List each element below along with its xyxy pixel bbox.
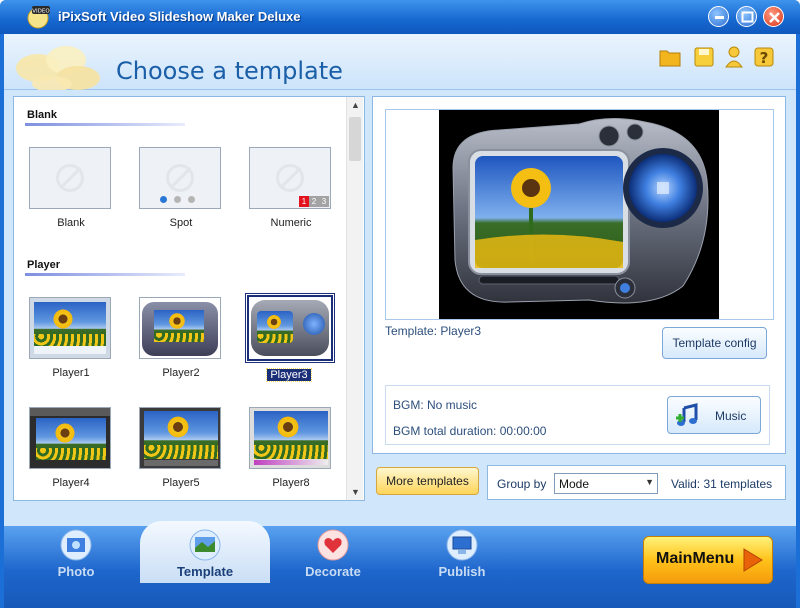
svg-text:?: ? [760, 49, 769, 67]
tab-decorate[interactable]: Decorate [288, 528, 378, 579]
app-logo-icon: VIDEO [27, 6, 50, 29]
music-button[interactable]: Music [667, 396, 761, 434]
player-skin-preview [452, 117, 709, 304]
save-icon[interactable] [692, 45, 716, 69]
selected-template-label: Template: Player3 [385, 324, 482, 338]
heart-icon [317, 529, 349, 561]
clover-logo-icon [16, 46, 100, 90]
folder-icon[interactable] [658, 45, 682, 69]
template-thumbnail [139, 147, 221, 209]
scroll-thumb[interactable] [349, 117, 361, 161]
scroll-down-icon[interactable]: ▼ [351, 487, 360, 497]
minimize-icon [715, 16, 724, 19]
template-thumbnail [139, 297, 221, 359]
section-title-player: Player [27, 259, 61, 271]
publish-icon [446, 529, 478, 561]
minimize-button[interactable] [708, 6, 729, 27]
template-label: Player2 [162, 367, 200, 379]
maximize-icon [741, 11, 754, 23]
numeric-mark: 3 [319, 196, 329, 207]
maximize-button[interactable] [736, 6, 757, 27]
photo-icon [60, 529, 92, 561]
spot-dots [160, 196, 195, 203]
help-person-icon[interactable] [722, 45, 746, 69]
template-item-player8[interactable]: Player8 [249, 407, 333, 489]
music-note-icon [676, 403, 698, 426]
section-divider [25, 123, 185, 126]
scroll-up-icon[interactable]: ▲ [351, 100, 360, 110]
template-label: Player5 [162, 477, 200, 489]
tab-publish[interactable]: Publish [417, 528, 507, 579]
window-title: iPixSoft Video Slideshow Maker Deluxe [58, 9, 301, 24]
no-image-icon [166, 164, 194, 192]
section-title-blank: Blank [27, 109, 57, 121]
template-thumbnail [139, 407, 221, 469]
tab-photo[interactable]: Photo [31, 528, 121, 579]
template-preview [439, 110, 719, 319]
template-item-numeric[interactable]: 1 2 3 Numeric [249, 147, 333, 229]
play-arrow-icon [743, 548, 763, 572]
group-by-select[interactable]: Mode ▼ [554, 473, 658, 494]
template-label: Player1 [52, 367, 90, 379]
bgm-duration-text: BGM total duration: 00:00:00 [393, 424, 547, 438]
template-label: Blank [57, 217, 85, 229]
main-menu-label: MainMenu [656, 550, 735, 567]
close-button[interactable] [763, 6, 784, 27]
template-config-button[interactable]: Template config [662, 327, 767, 359]
template-label: Numeric [270, 217, 312, 229]
no-image-icon [56, 164, 84, 192]
template-label: Spot [169, 217, 193, 229]
question-icon[interactable]: ? [752, 45, 776, 69]
template-thumbnail [29, 407, 111, 469]
numeric-marks: 1 2 3 [299, 196, 329, 207]
music-button-label: Music [715, 409, 747, 423]
template-item-player4[interactable]: Player4 [29, 407, 113, 489]
section-divider [25, 273, 185, 276]
template-item-player2[interactable]: Player2 [139, 297, 223, 379]
tab-label: Template [176, 564, 234, 579]
template-thumbnail [29, 147, 111, 209]
tab-label: Photo [57, 564, 95, 579]
template-label: Player8 [272, 477, 310, 489]
app-badge-text: VIDEO [32, 9, 50, 15]
tab-label: Publish [438, 564, 486, 579]
template-label: Player4 [52, 477, 90, 489]
title-bar[interactable]: VIDEO iPixSoft Video Slideshow Maker Del… [0, 0, 800, 34]
page-title: Choose a template [116, 57, 343, 85]
valid-templates-count: Valid: 31 templates [671, 477, 773, 491]
template-item-player3[interactable]: Player3 [245, 293, 335, 382]
template-item-player5[interactable]: Player5 [139, 407, 223, 489]
chevron-down-icon: ▼ [645, 477, 654, 487]
template-thumbnail [29, 297, 111, 359]
template-label-selected: Player3 [266, 368, 312, 382]
template-thumbnail: 1 2 3 [249, 147, 331, 209]
tab-label: Decorate [305, 564, 361, 579]
no-image-icon [276, 164, 304, 192]
bgm-music-text: BGM: No music [393, 398, 478, 412]
template-item-player1[interactable]: Player1 [29, 297, 113, 379]
template-thumbnail [249, 407, 331, 469]
template-list-scrollbar[interactable]: ▲ ▼ [346, 97, 363, 500]
template-thumbnail [245, 293, 335, 363]
tab-template[interactable]: Template [160, 528, 250, 579]
group-by-label: Group by [497, 477, 547, 491]
template-label: Player3 [247, 368, 331, 382]
more-templates-button[interactable]: More templates [376, 467, 479, 495]
group-by-value: Mode [559, 477, 590, 491]
main-menu-button[interactable]: MainMenu [643, 536, 773, 584]
template-item-spot[interactable]: Spot [139, 147, 223, 229]
template-item-blank[interactable]: Blank [29, 147, 113, 229]
close-icon [769, 12, 780, 23]
template-icon [189, 529, 221, 561]
numeric-mark: 1 [299, 196, 309, 207]
numeric-mark: 2 [309, 196, 319, 207]
